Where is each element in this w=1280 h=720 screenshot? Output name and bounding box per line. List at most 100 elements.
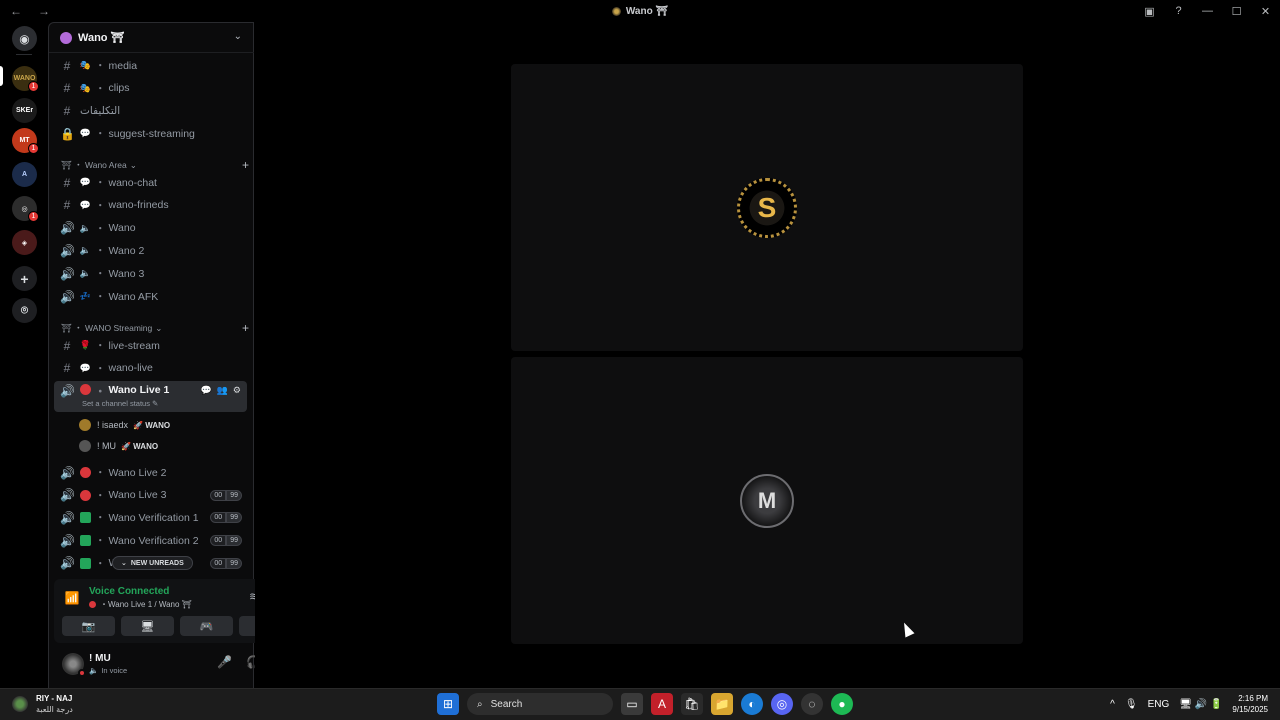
microphone-icon[interactable]: 🎤 — [217, 655, 232, 669]
selected-server-pill — [0, 66, 3, 86]
stream-tile-isaedx[interactable]: S — [511, 64, 1023, 351]
category-wano-area[interactable]: ⛩ ・ Wano Area ⌄ + — [61, 157, 249, 173]
edge-browser-icon[interactable]: ◐ — [741, 693, 763, 715]
caret-icon: ⌄ — [129, 159, 137, 170]
channel-wano-live[interactable]: # 💬 ・ wano-live — [54, 358, 247, 379]
invite-members-icon[interactable]: 👥 — [217, 385, 228, 396]
channel-clips[interactable]: # 🎭 ・ clips — [54, 78, 247, 99]
new-unreads-button[interactable]: ⌄ NEW UNREADS — [112, 556, 193, 570]
channel-wano-live-2[interactable]: 🔊 ・ Wano Live 2 — [54, 462, 247, 483]
chat-icon[interactable]: 💬 — [200, 385, 211, 396]
start-button[interactable]: ⊞ — [437, 693, 459, 715]
count-value: 99 — [226, 535, 242, 547]
user-count-badge: 00 99 — [210, 489, 242, 501]
separator-dot: ・ — [95, 362, 106, 375]
channel-type-icon: # — [63, 338, 71, 353]
channel-wano-chat[interactable]: # 💬 ・ wano-chat — [54, 172, 247, 193]
separator-dot: ・ — [95, 245, 106, 258]
microphone-icon[interactable]: 🎙 — [1125, 699, 1138, 710]
channel-wano-afk[interactable]: 🔊 💤 ・ Wano AFK — [54, 286, 247, 307]
add-server-button[interactable]: + — [12, 266, 37, 291]
screen-share-button[interactable]: 🖥 — [121, 616, 174, 636]
chevron-down-icon[interactable]: ⌄ — [234, 31, 242, 42]
channel-status[interactable]: Set a channel status ✎ — [82, 399, 158, 408]
tray-overflow-icon[interactable]: ^ — [1110, 699, 1115, 710]
channel-live-stream[interactable]: # 🌹 ・ live-stream — [54, 335, 247, 356]
channel-wano-2[interactable]: 🔊 🔈 ・ Wano 2 — [54, 240, 247, 261]
clock[interactable]: 2:16 PM 9/15/2025 — [1232, 693, 1268, 715]
channel-emoji-icon: 💬 — [79, 177, 92, 187]
help-icon[interactable]: ? — [1164, 5, 1193, 17]
server-icon[interactable]: SKEr — [12, 98, 37, 123]
inbox-icon[interactable]: ▣ — [1135, 5, 1164, 18]
discord-home-icon[interactable]: ◉ — [12, 26, 37, 51]
stream-tile-mu[interactable]: M — [511, 357, 1023, 644]
task-view-icon[interactable]: ▭ — [621, 693, 643, 715]
discord-app-icon[interactable]: ◎ — [771, 693, 793, 715]
channel-emoji-icon: 🎭 — [79, 60, 92, 70]
channel-emoji-icon: 🔈 — [79, 268, 92, 279]
channel-suggest-streaming[interactable]: 🔒 💬 ・ suggest-streaming — [54, 123, 247, 144]
settings-gear-icon[interactable]: ⚙ — [233, 385, 241, 396]
channel-wano-frineds[interactable]: # 💬 ・ wano-frineds — [54, 195, 247, 216]
chevron-down-icon: ⌄ — [121, 560, 127, 567]
voice-status-title[interactable]: Voice Connected — [89, 586, 169, 597]
avatar[interactable] — [62, 653, 86, 677]
spotify-icon[interactable]: ● — [831, 693, 853, 715]
discover-icon[interactable]: ⌾ — [12, 298, 37, 323]
close-button[interactable]: ✕ — [1251, 5, 1280, 18]
amd-app-icon[interactable]: A — [651, 693, 673, 715]
search-label: Search — [490, 698, 523, 710]
network-volume-icons[interactable]: 🖥 🔊 🔋 — [1179, 699, 1222, 710]
channel-emoji-icon: 💬 — [79, 128, 92, 139]
system-tray: ^ 🎙 ENG 🖥 🔊 🔋 2:16 PM 9/15/2025 — [1110, 693, 1268, 715]
add-channel-icon[interactable]: + — [242, 158, 249, 172]
category-wano-streaming[interactable]: ⛩ ・ WANO Streaming ⌄ + — [61, 320, 249, 336]
weather-widget[interactable]: RIY - NAJ درجة اللعبة — [12, 693, 73, 715]
forward-arrow-icon[interactable]: → — [38, 4, 50, 18]
add-channel-icon[interactable]: + — [242, 321, 249, 335]
activities-button[interactable]: 🎮 — [180, 616, 233, 636]
server-icon[interactable]: A — [12, 162, 37, 187]
server-icon — [611, 6, 621, 16]
taskbar-search[interactable]: ⌕ Search — [467, 693, 613, 715]
camera-button[interactable]: 📷 — [62, 616, 115, 636]
separator-dot: ・ — [95, 60, 106, 72]
channel-channel[interactable]: # التكليفات — [54, 100, 247, 121]
separator-dot: ・ — [95, 535, 106, 548]
channel-name: live-stream — [108, 339, 160, 352]
member-tag: 🚀 WANO — [121, 441, 159, 451]
channel-type-icon: 🔊 — [60, 533, 75, 548]
notification-badge: 1 — [28, 211, 39, 222]
username[interactable]: ! MU — [89, 653, 111, 664]
new-unreads-label: NEW UNREADS — [130, 559, 184, 567]
channel-type-icon: 🔊 — [60, 556, 75, 571]
voice-channel-info[interactable]: ・Wano Live 1 / Wano ⛩ — [89, 599, 192, 610]
minimize-button[interactable]: — — [1193, 5, 1222, 17]
store-icon[interactable]: 🛍 — [681, 693, 703, 715]
channel-wano-live-1[interactable]: 🔊 ・ Wano Live 1 💬 👥 ⚙ Set a channel status… — [54, 381, 247, 412]
language-indicator[interactable]: ENG — [1148, 699, 1170, 710]
maximize-button[interactable]: ☐ — [1222, 5, 1251, 18]
server-header[interactable]: Wano ⛩ ⌄ — [49, 23, 254, 53]
separator-dot: ・ — [95, 386, 106, 398]
channel-name: clips — [108, 82, 130, 95]
server-icon[interactable]: ◈ — [12, 230, 37, 255]
channel-wano[interactable]: 🔊 🔈 ・ Wano — [54, 218, 247, 239]
channel-wano-3[interactable]: 🔊 🔈 ・ Wano 3 — [54, 263, 247, 284]
app-icon[interactable]: ◌ — [801, 693, 823, 715]
channel-media[interactable]: # 🎭 ・ media — [54, 55, 247, 76]
file-explorer-icon[interactable]: 📁 — [711, 693, 733, 715]
channel-type-icon: 🔊 — [60, 465, 75, 480]
avatar — [79, 419, 91, 431]
separator-dot: ・ — [95, 82, 106, 95]
voice-member[interactable]: ! MU 🚀 WANO — [79, 437, 158, 455]
back-arrow-icon[interactable]: ← — [10, 4, 22, 18]
channel-wano-verification-1[interactable]: 🔊 ・ Wano Verification 1 00 99 — [54, 507, 247, 528]
channel-wano-verification-2[interactable]: 🔊 ・ Wano Verification 2 00 99 — [54, 530, 247, 551]
channel-wano-live-3[interactable]: 🔊 ・ Wano Live 3 00 99 — [54, 485, 247, 506]
signal-icon[interactable]: 📶 — [62, 588, 82, 608]
voice-member[interactable]: ! isaedx 🚀 WANO — [79, 416, 170, 434]
channel-type-icon: 🔒 — [60, 126, 75, 141]
channel-emoji-icon: 🔈 — [79, 245, 92, 256]
